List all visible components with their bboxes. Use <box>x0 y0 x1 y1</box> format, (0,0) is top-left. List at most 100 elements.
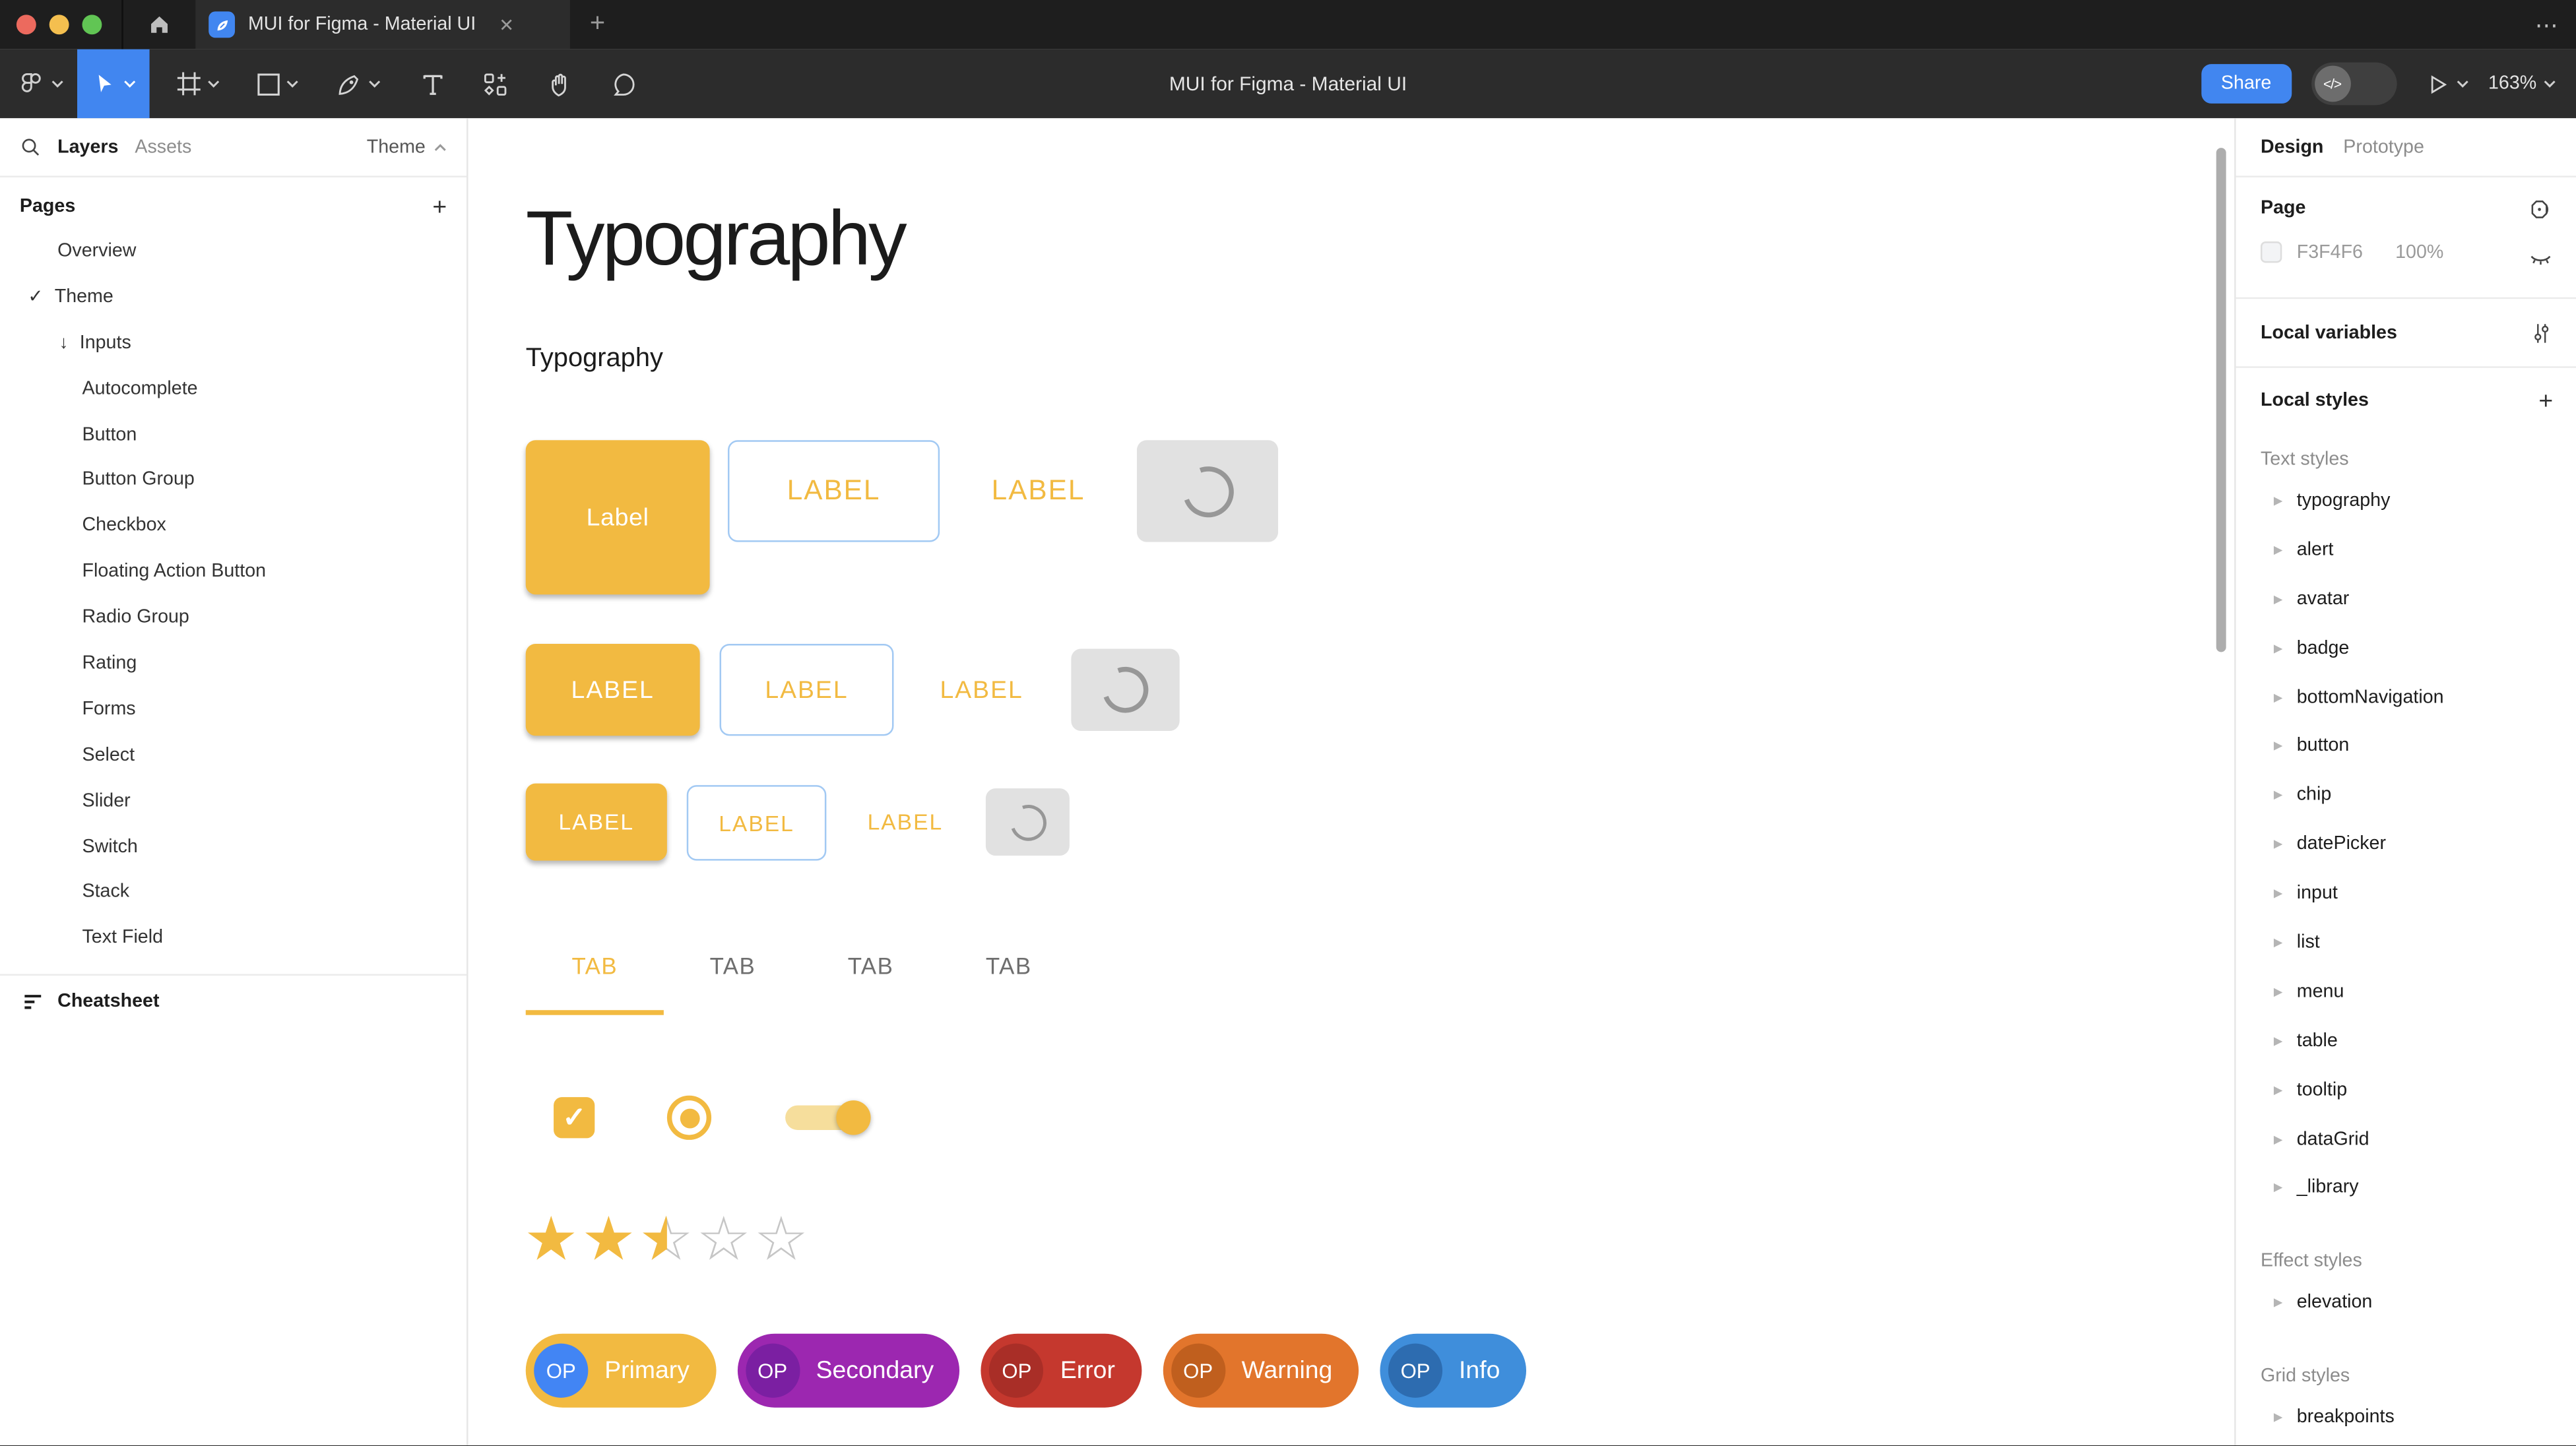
style-item[interactable]: alert <box>2236 525 2576 574</box>
contained-button[interactable]: Label <box>526 440 710 594</box>
close-window-button[interactable] <box>16 15 36 34</box>
disclosure-triangle-icon[interactable] <box>2274 691 2297 704</box>
sidebar-page-item[interactable]: Floating Action Button <box>0 551 467 596</box>
sidebar-page-item[interactable]: Rating <box>0 643 467 688</box>
style-item[interactable]: datePicker <box>2236 820 2576 869</box>
window-more-icon[interactable]: ⋯ <box>2535 0 2560 49</box>
disclosure-triangle-icon[interactable] <box>2274 1181 2297 1195</box>
style-item[interactable]: _library <box>2236 1164 2576 1212</box>
style-item[interactable]: menu <box>2236 967 2576 1016</box>
switch-thumb[interactable] <box>836 1100 870 1134</box>
star-icon[interactable] <box>695 1206 752 1275</box>
style-item[interactable]: dataGrid <box>2236 1115 2576 1164</box>
pen-tool-button[interactable] <box>322 49 395 119</box>
star-icon[interactable] <box>637 1206 695 1275</box>
chip[interactable]: OP Secondary <box>737 1334 960 1408</box>
sidebar-page-item[interactable]: Checkbox <box>0 505 467 550</box>
hand-tool-button[interactable] <box>532 49 587 119</box>
style-item[interactable]: typography <box>2236 476 2576 525</box>
canvas-tab[interactable]: TAB <box>526 920 664 1010</box>
loading-button[interactable] <box>1071 648 1179 730</box>
shape-tool-button[interactable] <box>243 49 312 119</box>
page-view-switcher[interactable]: Theme <box>367 137 447 157</box>
sidebar-page-item[interactable]: Forms <box>0 688 467 734</box>
canvas[interactable]: Typography Typography Label LABEL LABEL … <box>468 118 2235 1445</box>
tab-close-icon[interactable]: ✕ <box>499 14 514 35</box>
disclosure-triangle-icon[interactable] <box>2274 592 2297 606</box>
contained-button[interactable]: LABEL <box>526 784 667 861</box>
comment-tool-button[interactable] <box>596 49 651 119</box>
disclosure-triangle-icon[interactable] <box>2274 838 2297 851</box>
disclosure-triangle-icon[interactable] <box>2274 642 2297 655</box>
tab-prototype[interactable]: Prototype <box>2343 137 2424 157</box>
local-variables-row[interactable]: Local variables <box>2236 299 2576 366</box>
sidebar-page-item[interactable]: Button Group <box>0 459 467 505</box>
star-icon[interactable] <box>580 1206 637 1275</box>
disclosure-triangle-icon[interactable] <box>2274 936 2297 949</box>
canvas-scrollbar[interactable] <box>2216 148 2226 652</box>
local-styles-row[interactable]: Local styles + <box>2236 368 2576 434</box>
canvas-tab[interactable]: TAB <box>802 920 940 1010</box>
sidebar-page-item[interactable]: ✓Theme <box>0 276 467 321</box>
chip[interactable]: OP Warning <box>1163 1334 1359 1408</box>
tab-design[interactable]: Design <box>2261 137 2323 157</box>
resources-tool-button[interactable] <box>468 49 523 119</box>
style-item[interactable]: list <box>2236 918 2576 967</box>
disclosure-triangle-icon[interactable] <box>2274 739 2297 753</box>
disclosure-triangle-icon[interactable] <box>2274 1296 2297 1309</box>
zoom-window-button[interactable] <box>82 15 102 34</box>
contained-button[interactable]: LABEL <box>526 644 700 736</box>
new-tab-button[interactable]: + <box>570 0 625 49</box>
sidebar-page-item[interactable]: Stack <box>0 871 467 917</box>
star-icon[interactable] <box>523 1206 580 1275</box>
share-button[interactable]: Share <box>2201 64 2291 104</box>
loading-button[interactable] <box>1137 440 1278 542</box>
outlined-button[interactable]: LABEL <box>728 440 940 542</box>
style-item[interactable]: badge <box>2236 623 2576 672</box>
tab-layers[interactable]: Layers <box>57 137 118 157</box>
chip[interactable]: OP Primary <box>526 1334 716 1408</box>
star-icon[interactable] <box>752 1206 810 1275</box>
style-item[interactable]: tooltip <box>2236 1065 2576 1114</box>
minimize-window-button[interactable] <box>49 15 69 34</box>
style-item[interactable]: breakpoints <box>2236 1393 2576 1442</box>
zoom-level-control[interactable]: 163% <box>2488 74 2556 94</box>
variables-icon[interactable] <box>2530 321 2553 344</box>
outlined-button[interactable]: LABEL <box>720 644 894 736</box>
style-item[interactable]: elevation <box>2236 1278 2576 1327</box>
text-button[interactable]: LABEL <box>933 644 1030 736</box>
sidebar-page-item[interactable]: Select <box>0 734 467 779</box>
disclosure-triangle-icon[interactable] <box>2274 494 2297 507</box>
disclosure-triangle-icon[interactable] <box>2274 1034 2297 1048</box>
disclosure-triangle-icon[interactable] <box>2274 789 2297 802</box>
sidebar-page-item[interactable]: Slider <box>0 780 467 825</box>
outlined-button[interactable]: LABEL <box>687 785 827 861</box>
home-button[interactable] <box>123 0 196 49</box>
dev-mode-toggle[interactable]: </> <box>2311 63 2396 106</box>
canvas-tab[interactable]: TAB <box>664 920 802 1010</box>
style-item[interactable]: table <box>2236 1017 2576 1065</box>
frame-tool-button[interactable] <box>162 49 233 119</box>
chip[interactable]: OP Info <box>1380 1334 1527 1408</box>
page-color-hex[interactable]: F3F4F6 <box>2297 242 2382 262</box>
sidebar-page-item[interactable]: Button <box>0 413 467 458</box>
disclosure-triangle-icon[interactable] <box>2274 985 2297 998</box>
style-item[interactable]: chip <box>2236 771 2576 820</box>
switch-on[interactable] <box>785 1106 858 1130</box>
text-tool-button[interactable] <box>407 49 458 119</box>
sidebar-page-item[interactable]: Text Field <box>0 917 467 962</box>
chip[interactable]: OP Error <box>981 1334 1141 1408</box>
style-item[interactable]: button <box>2236 722 2576 770</box>
styles-icon[interactable] <box>2528 197 2553 222</box>
file-tab[interactable]: MUI for Figma - Material UI ✕ <box>195 0 570 49</box>
checkbox-checked[interactable]: ✓ <box>554 1097 595 1138</box>
search-icon[interactable] <box>20 137 41 158</box>
add-page-button[interactable]: + <box>432 193 447 221</box>
tab-assets[interactable]: Assets <box>135 137 191 157</box>
disclosure-triangle-icon[interactable] <box>2274 544 2297 557</box>
sidebar-page-item[interactable]: Radio Group <box>0 596 467 642</box>
text-button[interactable]: LABEL <box>861 784 950 860</box>
loading-button[interactable] <box>986 788 1070 856</box>
sidebar-item-cheatsheet[interactable]: Cheatsheet <box>0 979 467 1025</box>
page-color-opacity[interactable]: 100% <box>2395 242 2443 262</box>
